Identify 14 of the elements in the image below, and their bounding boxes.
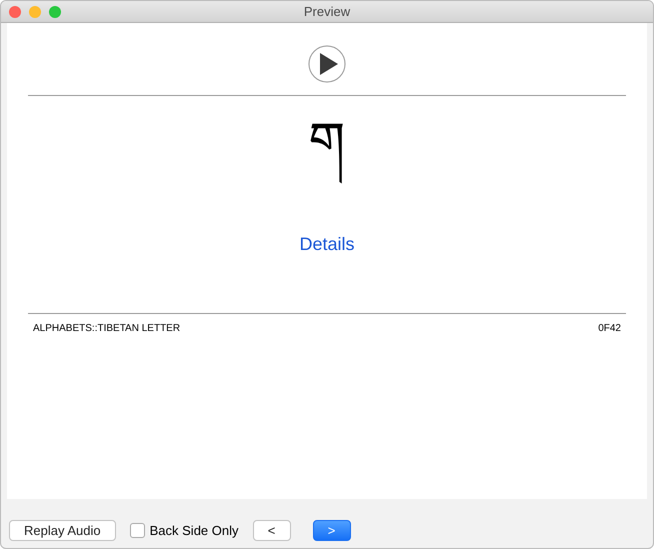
card-code: 0F42 — [598, 323, 621, 334]
details-link[interactable]: Details — [299, 234, 355, 255]
zoom-button[interactable] — [49, 6, 61, 18]
replay-audio-button[interactable]: Replay Audio — [9, 520, 116, 541]
minimize-button[interactable] — [29, 6, 41, 18]
previous-button[interactable]: < — [252, 520, 290, 541]
card-glyph: ག — [308, 102, 346, 182]
card-tags: ALPHABETS::TIBETAN LETTER — [33, 323, 180, 334]
play-icon[interactable] — [308, 45, 346, 83]
checkbox-label: Back Side Only — [150, 523, 238, 538]
back-side-checkbox[interactable] — [130, 523, 145, 538]
close-button[interactable] — [9, 6, 21, 18]
next-button[interactable]: > — [312, 520, 350, 541]
window-title: Preview — [304, 4, 350, 19]
